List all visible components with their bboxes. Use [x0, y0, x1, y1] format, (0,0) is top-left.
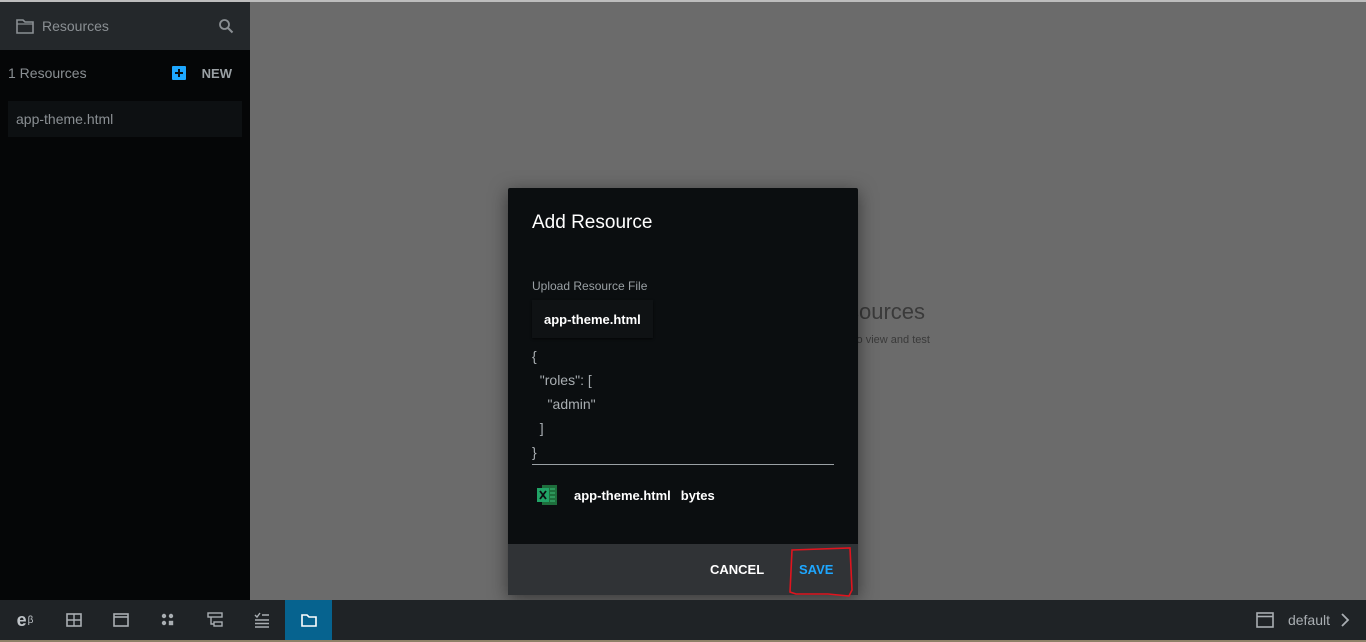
grid-icon [65, 613, 82, 627]
empty-state-subtitle: l to view and test [848, 334, 930, 346]
toolbar-components-button[interactable] [144, 600, 191, 640]
cancel-button[interactable]: CANCEL [710, 562, 764, 577]
add-resource-dialog: Add Resource Upload Resource File app-th… [508, 188, 858, 597]
environment-name: default [1287, 612, 1330, 628]
save-button[interactable]: SAVE [799, 562, 833, 577]
folder-icon [300, 614, 317, 627]
app-logo: eβ [0, 600, 50, 640]
toolbar-grid-button[interactable] [50, 600, 97, 640]
upload-file-button-label: app-theme.html [544, 311, 641, 327]
sidebar-title: Resources [42, 18, 109, 34]
dialog-actions: CANCEL SAVE [508, 544, 858, 595]
list-item-label: app-theme.html [16, 111, 114, 127]
toolbar-flow-button[interactable] [191, 600, 238, 640]
chevron-right-icon [1341, 613, 1350, 627]
environment-selector[interactable]: default [1256, 600, 1350, 640]
tests-icon [254, 612, 269, 628]
empty-state-title: sources [848, 299, 926, 324]
resources-sidebar: Resources 1 Resources NEW app-theme.html [0, 2, 250, 600]
toolbar-tests-button[interactable] [238, 600, 285, 640]
file-size: bytes [680, 487, 715, 503]
add-icon[interactable] [171, 66, 186, 80]
window-icon [112, 613, 129, 627]
logo-mark: e [16, 609, 27, 630]
file-info: app-theme.html bytes [536, 484, 715, 506]
components-icon [161, 613, 173, 626]
resource-count-row: 1 Resources NEW [0, 50, 250, 96]
resource-content-editor[interactable]: { "roles": [ "admin" ] } [532, 344, 834, 465]
sidebar-header: Resources [0, 2, 250, 50]
list-item[interactable]: app-theme.html [8, 101, 242, 137]
excel-file-icon [537, 485, 557, 505]
search-icon[interactable] [218, 18, 234, 34]
new-resource-button[interactable]: NEW [202, 66, 232, 81]
dialog-title: Add Resource [532, 212, 653, 233]
logo-beta: β [27, 614, 34, 626]
upload-label: Upload Resource File [532, 279, 648, 293]
file-name: app-theme.html [574, 487, 671, 503]
flow-icon [206, 612, 223, 627]
resource-count: 1 Resources [8, 65, 87, 81]
toolbar-resources-button[interactable] [285, 600, 332, 640]
bottom-toolbar: eβ default [0, 600, 1366, 640]
folder-icon [16, 19, 34, 34]
toolbar-window-button[interactable] [97, 600, 144, 640]
window-icon [1256, 612, 1274, 628]
upload-file-button[interactable]: app-theme.html [532, 300, 653, 338]
